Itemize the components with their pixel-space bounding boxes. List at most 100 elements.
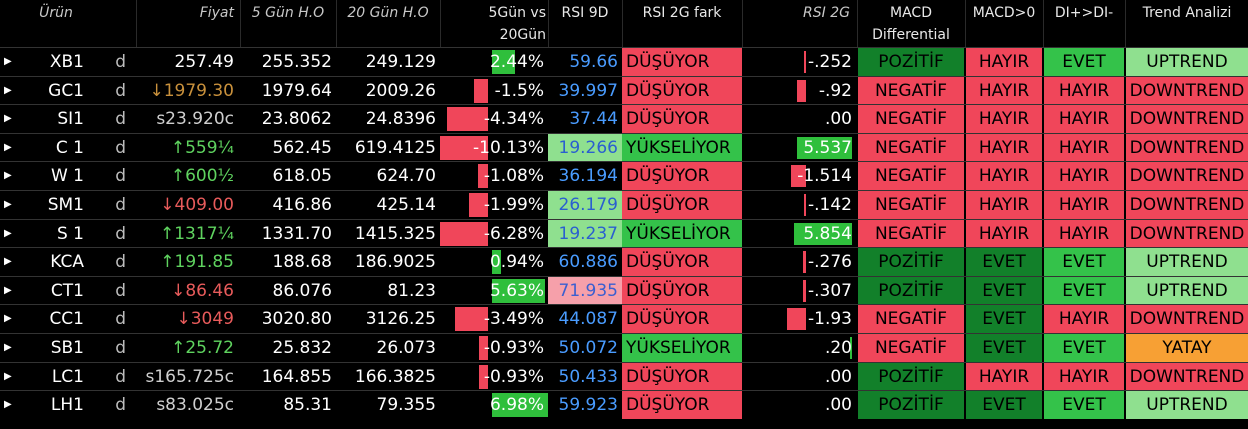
ma-5-day: 562.45: [272, 137, 332, 158]
header-macd-differential[interactable]: MACD Differential: [858, 0, 964, 47]
expand-arrow-icon[interactable]: ▶: [4, 105, 14, 133]
symbol[interactable]: C 1: [24, 134, 88, 162]
header-5gun-ho[interactable]: 5 Gün H.O: [240, 0, 336, 47]
rsi-2g-bar: [803, 51, 806, 73]
price: s83.025c: [156, 395, 234, 416]
macd-gt-0: HAYIR: [966, 362, 1042, 391]
expand-arrow-icon[interactable]: ▶: [4, 191, 14, 219]
header-5gun-vs-20gun[interactable]: 5Gün vs 20Gün: [440, 0, 548, 47]
header-rsi-2g-fark[interactable]: RSI 2G fark: [622, 0, 742, 47]
expand-arrow-icon[interactable]: ▶: [4, 305, 14, 333]
period: d: [115, 223, 126, 244]
price: ↓3049: [176, 309, 234, 330]
table-row[interactable]: ▶ SM1 d ↓409.00 416.86 425.14 -1.99% 26.179 DÜŞÜ…: [0, 190, 1248, 219]
symbol[interactable]: KCA: [24, 248, 88, 276]
rsi-2g: .00: [824, 366, 852, 387]
symbol[interactable]: XB1: [24, 48, 88, 76]
pct-change-cell: 6.98%: [440, 391, 548, 419]
expand-arrow-icon[interactable]: ▶: [4, 334, 14, 362]
symbol[interactable]: SB1: [24, 334, 88, 362]
pct-change-cell: -6.28%: [440, 220, 548, 248]
watchlist-grid: Ürün Fiyat 5 Gün H.O 20 Gün H.O 5Gün vs …: [0, 0, 1248, 429]
macd-differential: POZİTİF: [858, 362, 964, 391]
table-row[interactable]: ▶ CT1 d ↓86.46 86.076 81.23 5.63% 71.935 DÜŞÜYOR…: [0, 275, 1248, 305]
rsi-2g-fark: DÜŞÜYOR: [622, 391, 742, 420]
rsi-2g-fark: DÜŞÜYOR: [622, 248, 742, 277]
symbol[interactable]: CC1: [24, 305, 88, 333]
expand-arrow-icon[interactable]: ▶: [4, 77, 14, 105]
ma-20-day: 1415.325: [354, 223, 436, 244]
expand-arrow-icon[interactable]: ▶: [4, 391, 14, 419]
symbol[interactable]: SI1: [24, 105, 88, 133]
rsi-2g-bar: [796, 79, 806, 102]
table-row[interactable]: ▶ CC1 d ↓3049 3020.80 3126.25 -3.49% 44.087 DÜŞÜ…: [0, 304, 1248, 334]
header-divider: [240, 0, 241, 47]
price: ↓409.00: [160, 195, 234, 215]
header-rsi-2g[interactable]: RSI 2G: [742, 0, 856, 47]
rsi-9d: 26.179: [548, 191, 622, 219]
table-row[interactable]: ▶ W 1 d ↑600½ 618.05 624.70 -1.08% 36.194 DÜŞÜYO…: [0, 161, 1248, 191]
header-trend-analizi[interactable]: Trend Analizi: [1126, 0, 1248, 47]
macd-gt-0: HAYIR: [966, 105, 1042, 134]
period: d: [115, 109, 126, 130]
rsi-2g-cell: 5.854: [742, 220, 856, 248]
pct-change: -1.08%: [483, 166, 544, 187]
ma-5-day: 618.05: [272, 166, 332, 187]
trend-analizi: DOWNTREND: [1126, 133, 1248, 162]
header-divider: [742, 0, 743, 47]
rsi-2g-cell: .00: [742, 391, 856, 419]
rsi-2g-fark: DÜŞÜYOR: [622, 162, 742, 191]
symbol[interactable]: LH1: [24, 391, 88, 419]
expand-arrow-icon[interactable]: ▶: [4, 48, 14, 76]
header-20gun-ho[interactable]: 20 Gün H.O: [336, 0, 440, 47]
pct-change-cell: -4.34%: [440, 105, 548, 133]
expand-arrow-icon[interactable]: ▶: [4, 134, 14, 162]
header-rsi-9d[interactable]: RSI 9D: [548, 0, 622, 47]
expand-arrow-icon[interactable]: ▶: [4, 277, 14, 305]
ma-20-day: 79.355: [376, 395, 436, 416]
expand-arrow-icon[interactable]: ▶: [4, 162, 14, 190]
macd-gt-0: HAYIR: [966, 48, 1042, 76]
header-macd-gt-0[interactable]: MACD>0: [966, 0, 1042, 47]
symbol[interactable]: SM1: [24, 191, 88, 219]
rsi-2g-fark: YÜKSELİYOR: [622, 133, 742, 162]
trend-analizi: UPTREND: [1126, 48, 1248, 76]
header-divider: [1125, 0, 1126, 47]
rsi-2g-fark: DÜŞÜYOR: [622, 305, 742, 334]
header-urun[interactable]: Ürün: [24, 0, 88, 47]
symbol[interactable]: LC1: [24, 363, 88, 391]
macd-differential: POZİTİF: [858, 248, 964, 277]
expand-arrow-icon[interactable]: ▶: [4, 248, 14, 276]
rsi-9d: 59.66: [569, 52, 618, 72]
symbol[interactable]: CT1: [24, 277, 88, 305]
table-row[interactable]: ▶ LH1 d s83.025c 85.31 79.355 6.98% 59.923 DÜŞÜY…: [0, 390, 1248, 420]
symbol[interactable]: S 1: [24, 220, 88, 248]
rsi-9d: 19.237: [548, 219, 622, 248]
table-row[interactable]: ▶ XB1 d 257.49 255.352 249.129 2.44% 59.66 DÜŞÜY…: [0, 47, 1248, 76]
expand-arrow-icon[interactable]: ▶: [4, 363, 14, 391]
macd-gt-0: EVET: [966, 334, 1042, 362]
table-row[interactable]: ▶ GC1 d ↓1979.30 1979.64 2009.26 -1.5% 39.997 DÜ…: [0, 75, 1248, 105]
period: d: [115, 252, 126, 273]
rsi-9d: 36.194: [558, 166, 618, 187]
rsi-2g: -.276: [808, 252, 852, 273]
table-row[interactable]: ▶ C 1 d ↑559¼ 562.45 619.4125 -10.13% 19.266 YÜK…: [0, 132, 1248, 162]
table-row[interactable]: ▶ S 1 d ↑1317¼ 1331.70 1415.325 -6.28% 19.237 YÜ…: [0, 218, 1248, 248]
header-di[interactable]: DI+>DI-: [1044, 0, 1124, 47]
macd-gt-0: HAYIR: [966, 162, 1042, 191]
di-plus-gt-di-minus: EVET: [1044, 391, 1124, 420]
ma-20-day: 26.073: [376, 338, 436, 358]
rsi-2g: -.252: [808, 52, 852, 72]
di-plus-gt-di-minus: HAYIR: [1044, 191, 1124, 219]
expand-arrow-icon[interactable]: ▶: [4, 220, 14, 248]
header-fiyat[interactable]: Fiyat: [136, 0, 240, 47]
table-row[interactable]: ▶ LC1 d s165.725c 164.855 166.3825 -0.93% 50.43…: [0, 361, 1248, 391]
table-row[interactable]: ▶ SI1 d s23.920c 23.8062 24.8396 -4.34% 37.44 DÜ…: [0, 104, 1248, 134]
symbol[interactable]: W 1: [24, 162, 88, 190]
symbol[interactable]: GC1: [24, 77, 88, 105]
price: ↑191.85: [160, 252, 234, 273]
rsi-2g-cell: -.276: [742, 248, 856, 276]
table-row[interactable]: ▶ SB1 d ↑25.72 25.832 26.073 -0.93% 50.072 YÜKSE…: [0, 333, 1248, 362]
rsi-2g-fark: YÜKSELİYOR: [622, 219, 742, 248]
table-row[interactable]: ▶ KCA d ↑191.85 188.68 186.9025 0.94% 60.886 DÜŞ…: [0, 247, 1248, 277]
